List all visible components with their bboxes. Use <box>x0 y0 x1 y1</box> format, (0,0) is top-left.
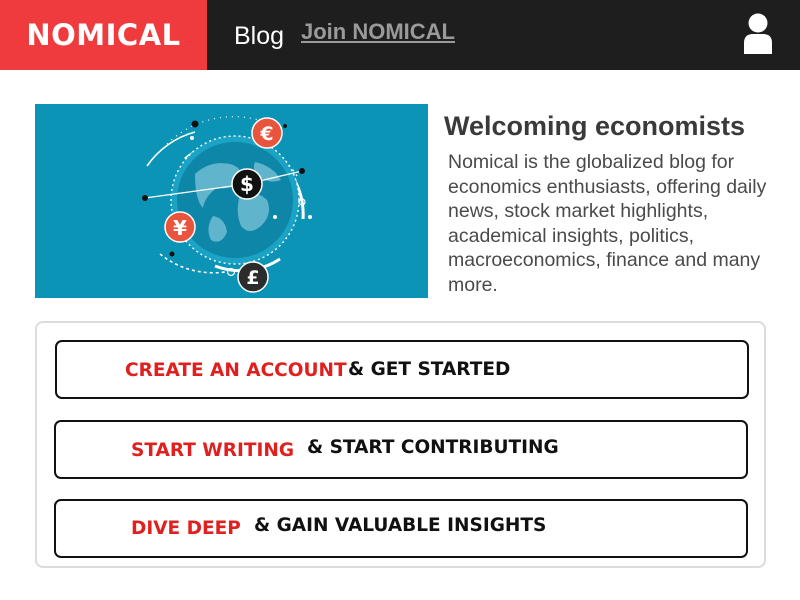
user-icon <box>744 13 772 54</box>
top-nav-bar: NOMICAL Blog Join NOMICAL <box>0 0 800 70</box>
brand-logo[interactable]: NOMICAL <box>0 0 207 70</box>
action-rest-label: & GET STARTED <box>348 359 511 380</box>
hero-title: Welcoming economists <box>444 111 746 141</box>
svg-text:$: $ <box>240 172 254 196</box>
pound-icon: £ <box>237 261 269 293</box>
svg-text:€: € <box>259 123 273 145</box>
svg-text:¥: ¥ <box>173 216 187 240</box>
globe-icon <box>170 135 300 265</box>
yen-icon: ¥ <box>164 211 196 243</box>
hero-illustration: € $ ¥ £ <box>35 104 428 298</box>
dollar-icon: $ <box>231 168 263 200</box>
user-account-button[interactable] <box>740 12 776 56</box>
create-account-button[interactable]: CREATE AN ACCOUNT & GET STARTED <box>55 340 749 399</box>
euro-icon: € <box>251 117 283 149</box>
action-highlight-label: CREATE AN ACCOUNT <box>125 360 347 381</box>
action-rest-label: & START CONTRIBUTING <box>307 437 559 458</box>
dive-deep-button[interactable]: DIVE DEEP & GAIN VALUABLE INSIGHTS <box>54 499 748 558</box>
hero-description: Nomical is the globalized blog for econo… <box>448 151 767 296</box>
start-writing-button[interactable]: START WRITING & START CONTRIBUTING <box>54 420 748 479</box>
action-highlight-label: DIVE DEEP <box>131 518 241 539</box>
svg-text:£: £ <box>246 267 259 289</box>
nav-link-blog[interactable]: Blog <box>234 18 284 54</box>
action-highlight-label: START WRITING <box>131 440 295 461</box>
action-rest-label: & GAIN VALUABLE INSIGHTS <box>254 515 547 536</box>
nav-link-join[interactable]: Join NOMICAL <box>301 14 455 50</box>
